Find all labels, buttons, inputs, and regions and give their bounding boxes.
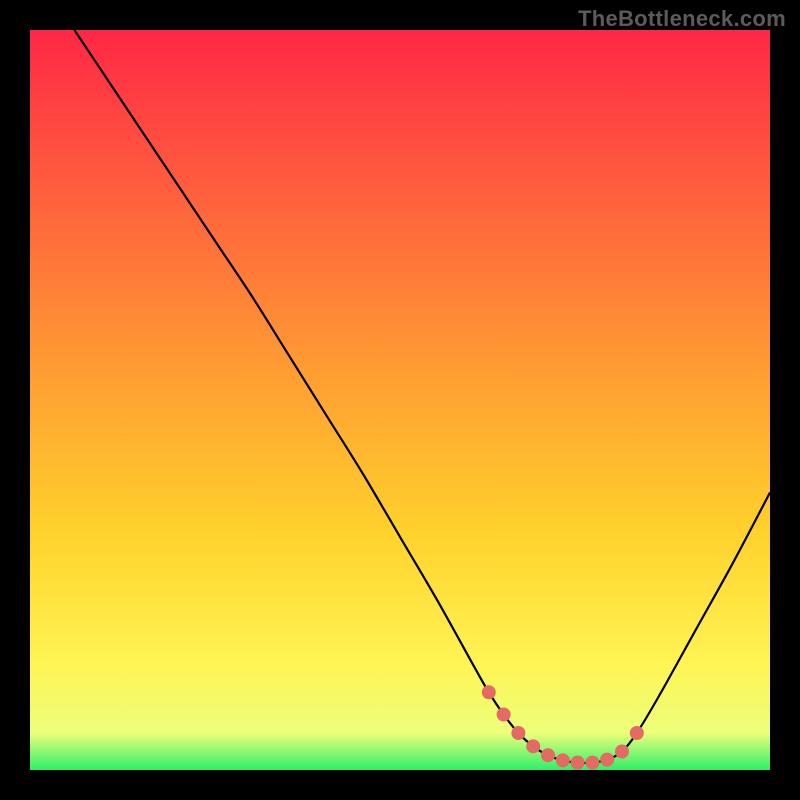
highlight-dot (526, 739, 540, 753)
highlight-dot (541, 748, 555, 762)
watermark-text: TheBottleneck.com (578, 6, 786, 32)
plot-area (30, 30, 770, 770)
chart-svg (30, 30, 770, 770)
highlight-dot (482, 685, 496, 699)
chart-frame: TheBottleneck.com (0, 0, 800, 800)
highlight-dot (511, 726, 525, 740)
gradient-background (30, 30, 770, 770)
highlight-dot (556, 753, 570, 767)
highlight-dot (571, 756, 585, 770)
highlight-dot (600, 753, 614, 767)
highlight-dot (585, 756, 599, 770)
highlight-dot (630, 726, 644, 740)
highlight-dot (497, 708, 511, 722)
highlight-dot (615, 745, 629, 759)
